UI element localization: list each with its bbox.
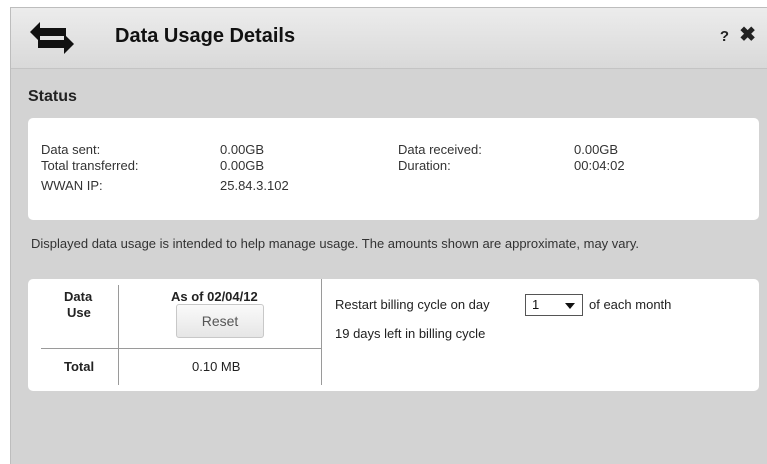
billing-cycle-suffix: of each month [589,297,672,312]
wwan-ip-label: WWAN IP: [41,178,103,193]
data-use-label-line2: Use [67,305,91,320]
help-icon[interactable]: ? [720,28,729,45]
duration-value: 00:04:02 [574,158,625,173]
billing-day-select[interactable]: 1 [525,294,583,316]
usage-divider-left [118,285,119,385]
total-label: Total [64,359,95,374]
status-heading: Status [28,88,77,105]
data-received-label: Data received: [398,142,482,157]
total-value: 0.10 MB [192,359,241,374]
dialog-header: Data Usage Details ? ✖ [11,8,767,69]
data-use-label-line1: Data [64,289,93,304]
transfer-arrows-icon [30,22,74,54]
duration-label: Duration: [398,158,451,173]
data-usage-dialog: Data Usage Details ? ✖ Status Data sent:… [10,7,767,464]
total-transferred-label: Total transferred: [41,158,139,173]
total-transferred-value: 0.00GB [220,158,265,173]
billing-day-value: 1 [532,297,540,312]
usage-divider-right [321,279,322,385]
data-sent-label: Data sent: [41,142,101,157]
as-of-date: As of 02/04/12 [171,289,258,304]
close-icon[interactable]: ✖ [739,25,756,45]
usage-panel: Data Use As of 02/04/12 Reset Total 0.10… [28,279,759,391]
days-left-text: 19 days left in billing cycle [335,326,486,341]
data-sent-value: 0.00GB [220,142,265,157]
wwan-ip-value: 25.84.3.102 [220,178,289,193]
billing-cycle-prefix: Restart billing cycle on day [335,297,490,312]
data-received-value: 0.00GB [574,142,619,157]
reset-button[interactable]: Reset [176,304,264,338]
chevron-down-icon [565,303,575,309]
status-panel: Data sent: 0.00GB Total transferred: 0.0… [28,118,759,220]
dialog-title: Data Usage Details [115,25,296,47]
usage-divider-row [41,348,322,349]
usage-disclaimer: Displayed data usage is intended to help… [31,236,639,251]
